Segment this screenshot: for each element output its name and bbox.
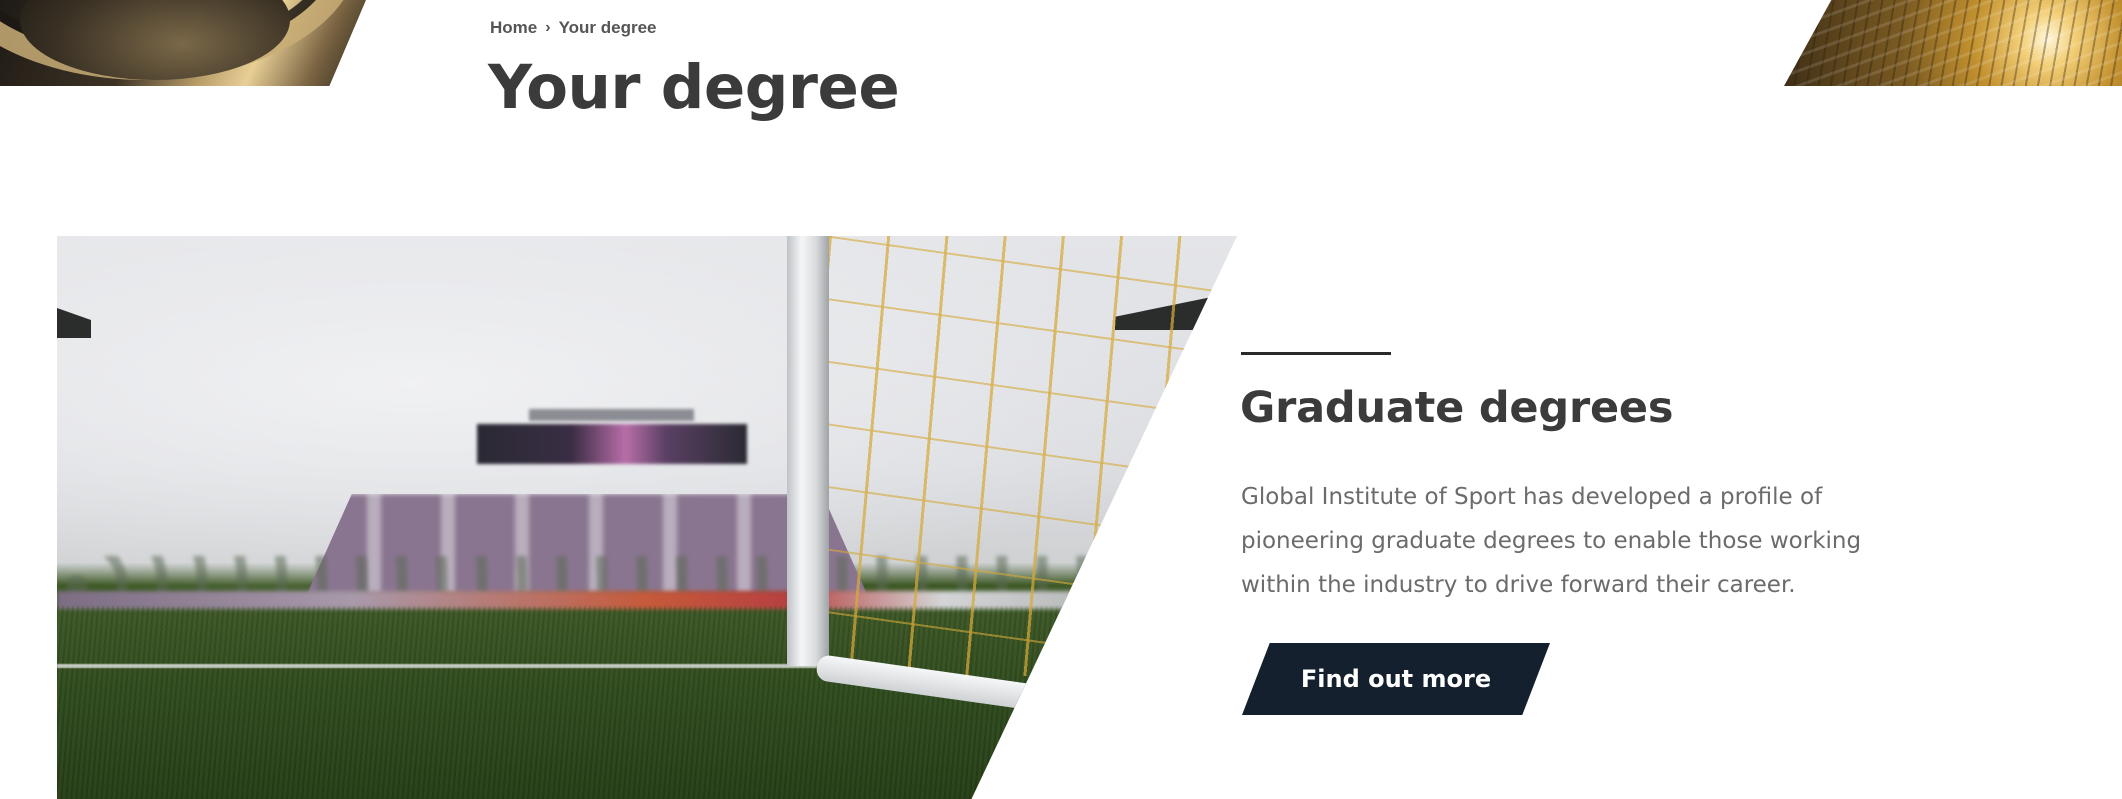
page-title: Your degree — [488, 52, 900, 123]
header-image-left — [0, 0, 366, 86]
pitch-line — [57, 664, 817, 668]
hero-image — [57, 236, 1237, 799]
section-divider — [1241, 352, 1391, 355]
pitch-grass — [57, 606, 1237, 799]
header-image-right — [1784, 0, 2122, 86]
goal-post — [787, 236, 829, 666]
section-title: Graduate degrees — [1240, 383, 1674, 433]
find-out-more-button[interactable]: Find out more — [1242, 643, 1550, 715]
breadcrumb: Home › Your degree — [490, 18, 657, 38]
section-body: Global Institute of Sport has developed … — [1241, 484, 1862, 598]
scoreboard-screen — [477, 424, 747, 464]
breadcrumb-home-link[interactable]: Home — [490, 18, 537, 38]
goal-net — [829, 236, 1237, 676]
breadcrumb-current: Your degree — [558, 18, 657, 37]
scoreboard-frame — [529, 409, 694, 421]
chevron-right-icon: › — [545, 19, 551, 36]
